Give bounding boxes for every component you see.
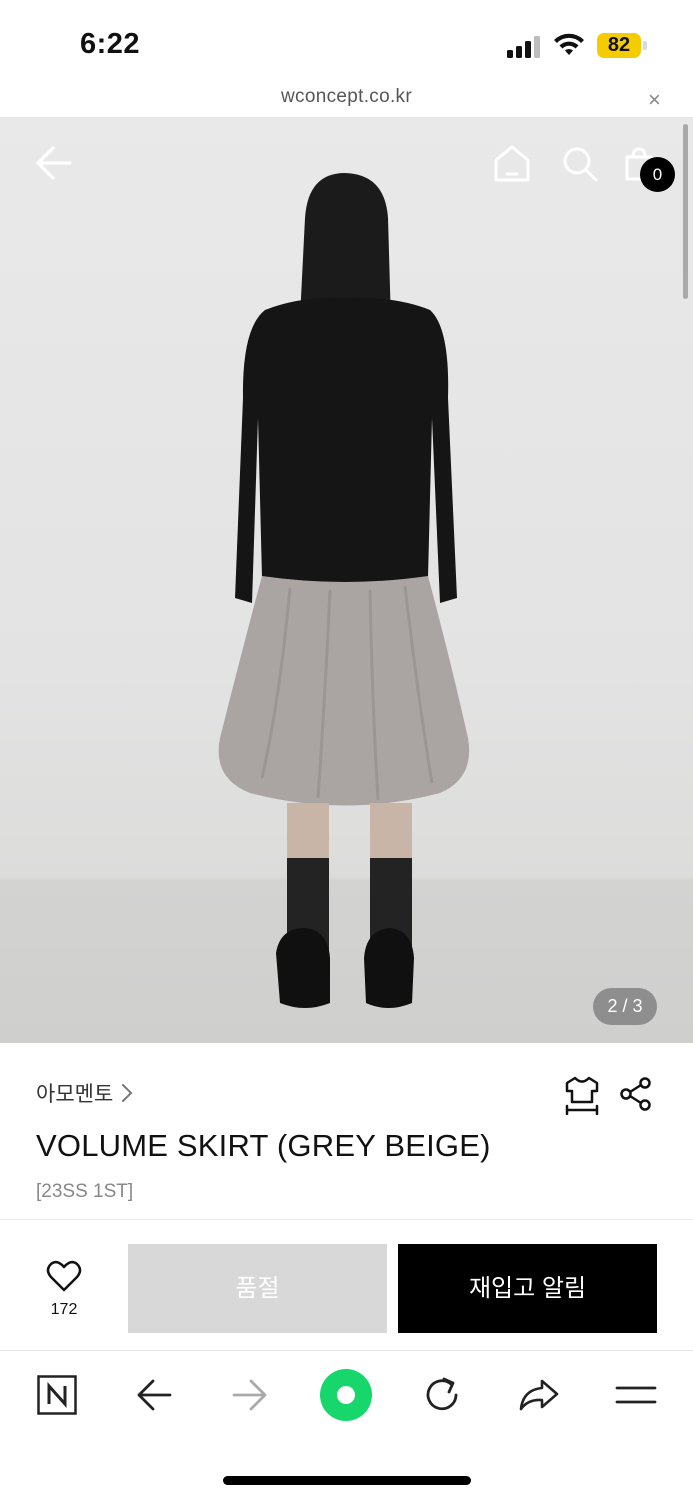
status-bar: 6:22 82 [0, 0, 693, 86]
brand-name[interactable]: 아모멘토 [36, 1078, 113, 1108]
forward-icon[interactable] [232, 1378, 268, 1412]
divider [0, 1350, 693, 1351]
share-forward-icon[interactable] [518, 1378, 560, 1412]
wifi-icon [554, 33, 584, 55]
cart-count-badge[interactable]: 0 [640, 157, 675, 192]
home-icon[interactable] [492, 143, 532, 183]
scroll-indicator[interactable] [683, 124, 688, 299]
like-button[interactable]: 172 [30, 1260, 98, 1319]
naver-icon[interactable] [37, 1375, 77, 1415]
close-icon[interactable]: × [648, 87, 661, 113]
battery-level: 82 [597, 33, 641, 58]
product-photo [218, 173, 470, 1008]
battery-indicator: 82 [597, 33, 647, 58]
share-icon[interactable] [619, 1077, 653, 1111]
url-text[interactable]: wconcept.co.kr [0, 86, 693, 108]
url-bar[interactable]: wconcept.co.kr × [0, 86, 693, 118]
product-collection: [23SS 1ST] [36, 1181, 134, 1202]
search-icon[interactable] [561, 145, 599, 183]
green-dot-icon[interactable] [319, 1368, 373, 1422]
menu-icon[interactable] [615, 1384, 657, 1406]
divider [0, 1219, 693, 1220]
size-guide-icon[interactable] [563, 1075, 601, 1115]
restock-alert-button[interactable]: 재입고 알림 [398, 1244, 657, 1333]
back-icon[interactable] [136, 1378, 172, 1412]
home-indicator[interactable] [223, 1476, 471, 1485]
heart-icon[interactable] [46, 1260, 82, 1292]
image-page-counter: 2 / 3 [593, 988, 657, 1025]
battery-cap [643, 41, 647, 50]
soldout-button[interactable]: 품절 [128, 1244, 387, 1333]
reload-icon[interactable] [423, 1376, 461, 1414]
status-time: 6:22 [80, 28, 141, 60]
like-count: 172 [50, 1301, 78, 1318]
chevron-right-icon[interactable] [121, 1083, 133, 1103]
back-arrow-icon[interactable] [33, 145, 73, 181]
product-image-carousel[interactable] [0, 118, 693, 1043]
brand-link[interactable]: 아모멘토 [36, 1078, 133, 1108]
product-title: VOLUME SKIRT (GREY BEIGE) [36, 1128, 491, 1163]
cellular-signal-icon [507, 36, 543, 58]
